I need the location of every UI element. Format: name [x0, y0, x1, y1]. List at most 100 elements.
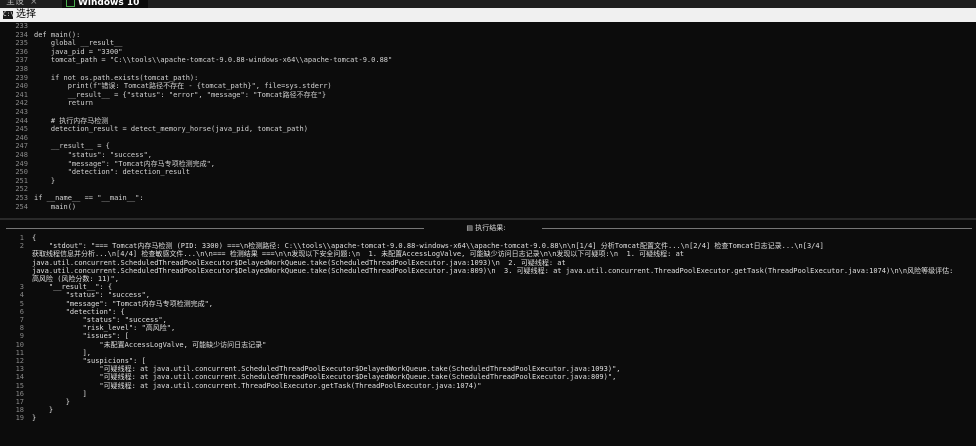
output-line: 6 "detection": { — [2, 308, 125, 316]
output-line: 2 "stdout": "=== Tomcat内存马检测 (PID: 3300)… — [2, 242, 824, 250]
line-number: 251 — [15, 176, 28, 185]
output-line: 4 "status": "success", — [2, 291, 150, 299]
window-title-bar: C:\ 选择 — [0, 8, 976, 22]
line-number: 240 — [15, 82, 28, 91]
output-line: 18 } — [2, 406, 54, 415]
line-number: 19 — [15, 414, 24, 423]
code-editor[interactable]: 233 234 def main(): 235 global __result__ 23… — [2, 22, 974, 218]
line-number: 242 — [15, 99, 28, 108]
line-text: def main(): — [34, 30, 81, 39]
code-line: 234 def main(): — [2, 31, 80, 39]
output-line: java.util.concurrent.ScheduledThreadPool… — [2, 259, 566, 267]
line-text: tomcat_path = "C:\\tools\\apache-tomcat-… — [34, 56, 393, 65]
output-line: 3 "__result__": { — [2, 283, 112, 291]
line-text: "status": "success", — [32, 316, 167, 324]
code-line: 244 # 执行内存马检测 — [2, 117, 108, 125]
line-number: 18 — [15, 406, 24, 415]
line-number: 254 — [15, 202, 28, 211]
close-icon[interactable]: × — [30, 0, 38, 7]
code-line: 248 "status": "success", — [2, 151, 152, 159]
line-number: 15 — [15, 381, 24, 390]
code-line: 235 global __result__ — [2, 39, 122, 48]
console-icon: C:\ — [3, 11, 14, 19]
line-number: 17 — [15, 398, 24, 406]
output-line: 7 "status": "success", — [2, 316, 167, 324]
line-number: 248 — [15, 151, 28, 159]
line-number: 238 — [15, 65, 28, 73]
execution-output[interactable]: 1{2 "stdout": "=== Tomcat内存马检测 (PID: 330… — [2, 234, 974, 444]
line-number: 243 — [15, 108, 28, 116]
result-divider-left — [6, 228, 424, 229]
line-number: 236 — [15, 47, 28, 56]
line-text: java.util.concurrent.ScheduledThreadPool… — [32, 266, 954, 275]
line-number: 245 — [15, 125, 28, 134]
code-line: 238 — [2, 65, 34, 73]
line-number: 11 — [15, 348, 24, 357]
line-text: __result__ = { — [34, 142, 110, 151]
code-line: 242 return — [2, 99, 93, 107]
result-divider-right — [542, 228, 972, 229]
line-number: 5 — [19, 299, 24, 308]
line-number: 14 — [15, 373, 24, 382]
line-number: 244 — [15, 116, 28, 125]
line-text: } — [32, 414, 37, 423]
output-line: 10 "未配置AccessLogValve, 可能缺少访问日志记录" — [2, 341, 267, 349]
line-text: if not os.path.exists(tomcat_path): — [34, 73, 199, 82]
line-number: 250 — [15, 168, 28, 177]
line-text: "可疑线程: at java.util.concurrent.Scheduled… — [32, 373, 617, 382]
tab-label: Windows 10 x64 — [78, 0, 140, 8]
horizontal-scrollbar[interactable] — [0, 218, 976, 220]
line-text: 高风险 (风险分数: 11)", — [32, 275, 119, 283]
line-text: } — [32, 398, 70, 406]
line-number: 235 — [15, 39, 28, 48]
output-line: 8 "risk_level": "高风险", — [2, 324, 175, 332]
output-line: 获取线程信息并分析...\n[4/4] 检查敏感文件...\n\n=== 检测结… — [2, 250, 684, 258]
output-line: 17 } — [2, 398, 70, 406]
line-text: if __name__ == "__main__": — [34, 194, 144, 202]
line-text: "可疑线程: at java.util.concurrent.Scheduled… — [32, 365, 621, 374]
output-line: 5 "message": "Tomcat内存马专项检测完成", — [2, 300, 213, 308]
tab-windows-vm[interactable]: Windows 10 x64× — [62, 0, 148, 8]
line-text: "message": "Tomcat内存马专项检测完成", — [34, 159, 216, 168]
line-number: 253 — [15, 194, 28, 202]
line-number: 1 — [19, 234, 24, 242]
output-line: 19} — [2, 414, 37, 423]
output-line: java.util.concurrent.ScheduledThreadPool… — [2, 267, 953, 275]
line-number: 233 — [15, 22, 28, 30]
line-text: "detection": { — [32, 307, 125, 316]
window-title: 选择 — [16, 9, 36, 20]
line-text: __result__ = {"status": "error", "messag… — [34, 90, 327, 99]
line-number: 252 — [15, 185, 28, 194]
line-number: 3 — [19, 283, 24, 292]
code-line: 249 "message": "Tomcat内存马专项检测完成", — [2, 160, 215, 168]
line-number: 241 — [15, 90, 28, 99]
line-text: "detection": detection_result — [34, 168, 190, 177]
tab-shell[interactable]: 全设 × — [2, 0, 60, 8]
line-text: "status": "success", — [32, 291, 151, 300]
line-number: 247 — [15, 142, 28, 151]
line-number: 4 — [19, 291, 24, 300]
output-line: 12 "suspicions": [ — [2, 357, 146, 365]
output-line: 16 ] — [2, 390, 87, 398]
line-text: "status": "success", — [34, 151, 153, 159]
line-number: 249 — [15, 159, 28, 168]
line-text: return — [34, 99, 94, 108]
output-line: 15 "可疑线程: at java.util.concurrent.Thread… — [2, 381, 482, 390]
code-line: 245 detection_result = detect_memory_hor… — [2, 125, 308, 133]
line-text: print(f"错误: Tomcat路径不存在 - {tomcat_path}"… — [34, 82, 332, 91]
line-text: "stdout": "=== Tomcat内存马检测 (PID: 3300) =… — [32, 242, 824, 251]
line-text: "message": "Tomcat内存马专项检测完成", — [32, 299, 214, 308]
code-line: 254 main() — [2, 203, 76, 211]
code-line: 250 "detection": detection_result — [2, 168, 190, 176]
line-text: "suspicions": [ — [32, 357, 146, 365]
line-text: ] — [32, 389, 87, 398]
line-text: "issues": [ — [32, 332, 129, 341]
line-number: 246 — [15, 133, 28, 142]
code-line: 233 — [2, 22, 34, 30]
output-line: 高风险 (风险分数: 11)", — [2, 275, 119, 283]
line-text: # 执行内存马检测 — [34, 116, 109, 125]
line-number: 2 — [19, 242, 24, 251]
line-number: 8 — [19, 324, 24, 333]
code-line: 252 — [2, 185, 34, 193]
line-text: } — [32, 406, 54, 415]
